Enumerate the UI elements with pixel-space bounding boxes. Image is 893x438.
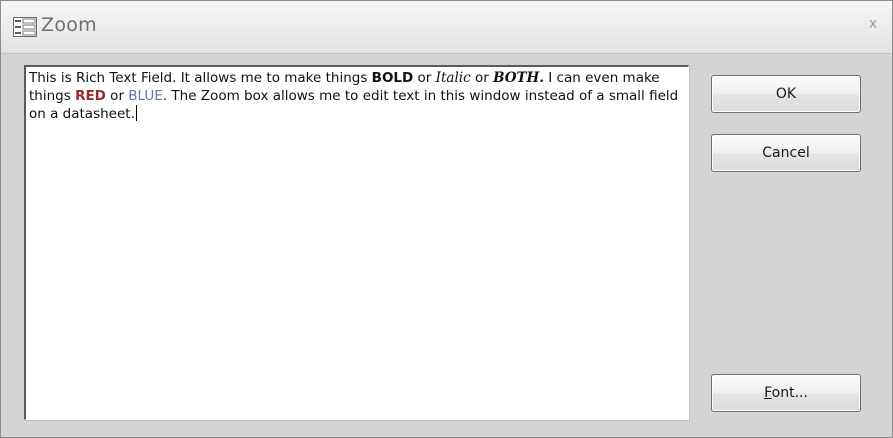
ok-button[interactable]: OK <box>711 75 861 113</box>
text-segment-blue: BLUE <box>128 88 163 104</box>
ok-button-label: OK <box>775 86 797 102</box>
text-segment-bold-italic: BOTH. <box>493 70 544 86</box>
rich-text-editor[interactable]: This is Rich Text Field. It allows me to… <box>24 65 689 420</box>
close-icon: x <box>868 16 878 32</box>
text-segment: or <box>105 88 129 104</box>
cancel-button[interactable]: Cancel <box>711 134 861 172</box>
close-button[interactable]: x <box>864 15 882 33</box>
font-button-accelerator: F <box>764 385 772 401</box>
text-segment: This is Rich Text Field. It allows me to… <box>29 70 372 86</box>
font-button-label: ont... <box>771 385 808 401</box>
text-segment: or <box>413 70 436 86</box>
font-button[interactable]: Font... <box>711 374 861 412</box>
dialog-body: This is Rich Text Field. It allows me to… <box>1 54 892 437</box>
text-segment-red: RED <box>75 88 106 104</box>
text-segment: or <box>470 70 494 86</box>
zoom-dialog: Zoom x This is Rich Text Field. It allow… <box>0 0 893 438</box>
title-bar[interactable]: Zoom x <box>1 1 892 54</box>
text-caret <box>135 105 137 121</box>
form-icon <box>13 17 37 37</box>
text-segment-italic: Italic <box>435 70 471 86</box>
cancel-button-label: Cancel <box>762 145 810 161</box>
text-segment-bold: BOLD <box>371 70 414 86</box>
window-title: Zoom <box>41 14 97 36</box>
